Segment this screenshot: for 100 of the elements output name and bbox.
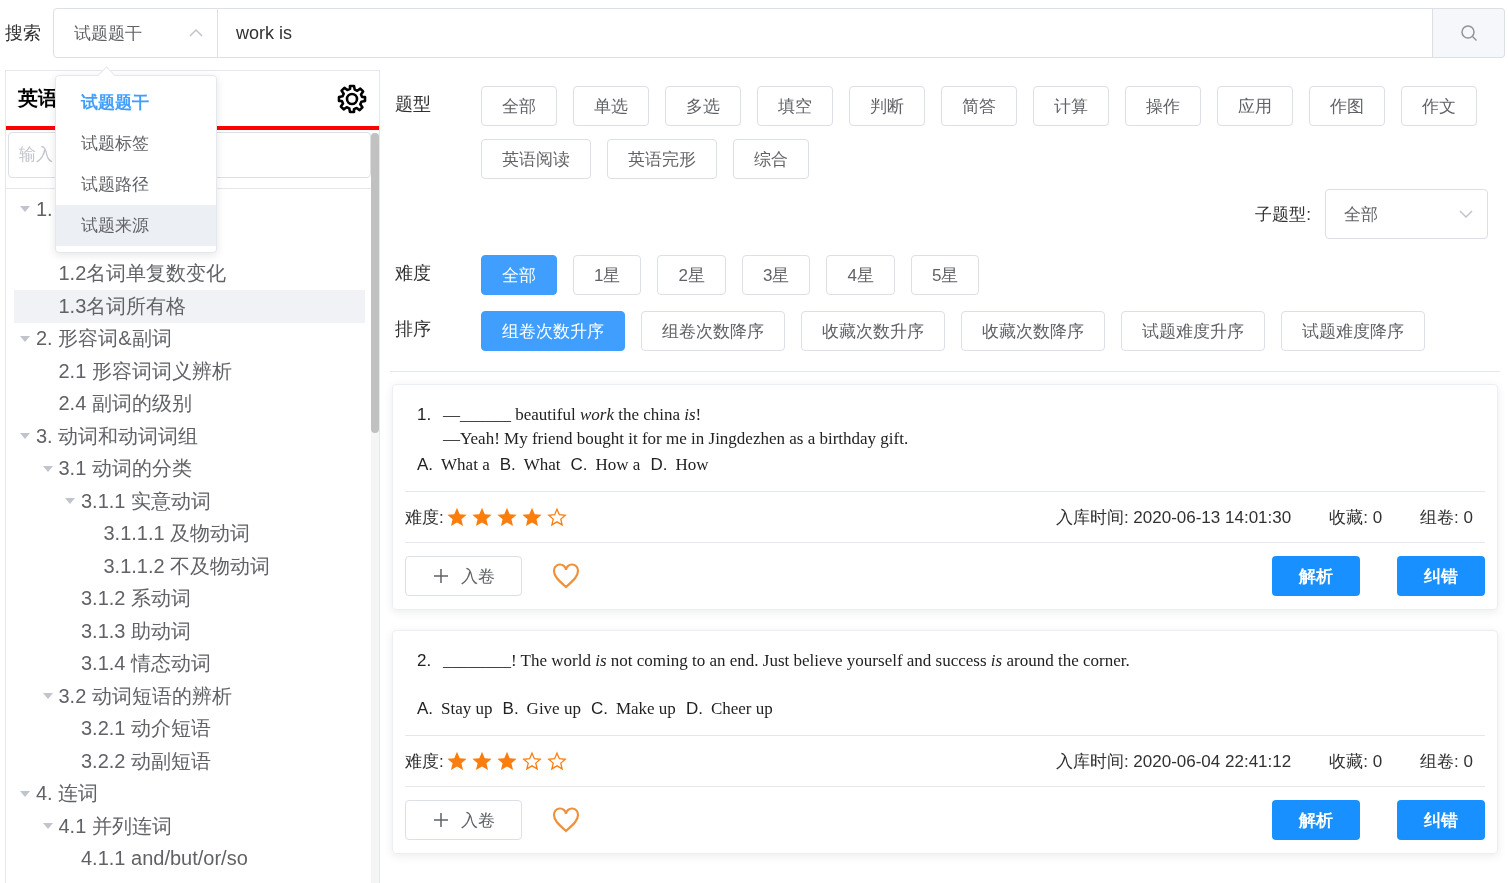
filter-chip[interactable]: 1星 — [573, 255, 642, 295]
favorite-count: 收藏: 0 — [1329, 506, 1383, 529]
subtype-select[interactable]: 全部 — [1325, 189, 1488, 239]
answer-option: D. How — [650, 455, 709, 475]
subtype-label: 子题型: — [1255, 203, 1311, 226]
filter-chip[interactable]: 作文 — [1401, 86, 1477, 126]
added-time: 入库时间: 2020-06-04 22:41:12 — [1055, 750, 1292, 773]
question-text: —______ beautiful work the china is! — [443, 404, 702, 426]
filter-chip[interactable]: 组卷次数降序 — [641, 311, 785, 351]
answer-option: A. Stay up — [417, 699, 493, 719]
filter-chip[interactable]: 试题难度升序 — [1121, 311, 1265, 351]
filter-chip[interactable]: 简答 — [941, 86, 1017, 126]
search-button[interactable] — [1433, 8, 1505, 58]
filter-chip[interactable]: 作图 — [1309, 86, 1385, 126]
report-error-button[interactable]: 纠错 — [1397, 800, 1485, 840]
star-icon — [495, 750, 518, 772]
filter-chip[interactable]: 收藏次数降序 — [961, 311, 1105, 351]
tree-item[interactable]: 3.1 动词的分类 — [14, 452, 192, 485]
question-text: ________! The world is not coming to an end. Just believe yourself and success is around the corner. — [443, 650, 1130, 672]
filter-chip[interactable]: 全部 — [481, 86, 557, 126]
tree-item[interactable]: 3.1.4 情态动词 — [14, 647, 212, 680]
answer-option: A. What a — [417, 455, 490, 475]
difficulty-label: 难度: — [405, 506, 444, 529]
analysis-button[interactable]: 解析 — [1272, 800, 1360, 840]
filter-chip[interactable]: 3星 — [741, 255, 811, 295]
heart-icon[interactable] — [552, 563, 580, 589]
filter-chip[interactable]: 收藏次数升序 — [801, 311, 945, 351]
added-time: 入库时间: 2020-06-13 14:01:30 — [1055, 506, 1292, 529]
scrollbar-thumb[interactable] — [371, 133, 379, 433]
answer-option: B. Give up — [502, 699, 581, 719]
tree-item[interactable]: 2. 形容词&副词 — [14, 322, 172, 355]
filter-chip[interactable]: 单选 — [573, 86, 649, 126]
filter-chip[interactable]: 英语阅读 — [481, 139, 591, 179]
tree-item[interactable]: 3.2.2 动副短语 — [14, 745, 212, 778]
menu-item[interactable]: 试题来源 — [56, 205, 216, 246]
heart-icon[interactable] — [552, 807, 580, 833]
plus-icon — [432, 568, 449, 584]
tree-item[interactable]: 2.4 副词的级别 — [14, 387, 192, 420]
caret-icon[interactable] — [19, 432, 31, 441]
add-to-paper-button[interactable]: 入卷 — [405, 800, 522, 840]
filter-chip[interactable]: 试题难度降序 — [1281, 311, 1425, 351]
tree-item[interactable]: 4.1 并列连词 — [14, 810, 172, 843]
filter-chip[interactable]: 英语完形 — [607, 139, 717, 179]
settings-icon[interactable] — [337, 83, 367, 114]
search-label: 搜索 — [5, 22, 42, 45]
report-error-button[interactable]: 纠错 — [1397, 556, 1485, 596]
usage-count: 组卷: 0 — [1420, 750, 1473, 773]
filter-chip[interactable]: 综合 — [733, 139, 809, 179]
star-icon — [520, 506, 543, 528]
star-outline-icon — [545, 750, 568, 772]
filter-chip[interactable]: 填空 — [757, 86, 833, 126]
menu-item[interactable]: 试题路径 — [56, 164, 216, 205]
tree-item[interactable]: 4. 连词 — [14, 777, 99, 810]
filter-label: 题型 — [395, 93, 432, 116]
filter-chip[interactable]: 2星 — [657, 255, 726, 295]
star-icon — [470, 750, 493, 772]
caret-icon[interactable] — [41, 464, 54, 473]
tree-item[interactable]: 4.1.1 and/but/or/so — [14, 842, 248, 875]
filter-chip[interactable]: 5星 — [910, 255, 980, 295]
usage-count: 组卷: 0 — [1420, 506, 1473, 529]
caret-icon[interactable] — [19, 334, 31, 343]
tree-item[interactable]: 3.1.1 实意动词 — [14, 485, 212, 518]
tree-item[interactable]: 1.2名词单复数变化 — [14, 257, 227, 290]
search-field-select[interactable]: 试题题干 — [53, 8, 218, 58]
filter-label: 排序 — [395, 318, 432, 341]
tree-item[interactable]: 3.2 动词短语的辨析 — [14, 680, 232, 713]
tree-item[interactable]: 3.1.2 系动词 — [14, 582, 192, 615]
star-outline-icon — [520, 750, 543, 772]
add-to-paper-button[interactable]: 入卷 — [405, 556, 522, 596]
tree-item[interactable]: 1. — [14, 193, 53, 226]
filter-chip[interactable]: 操作 — [1125, 86, 1201, 126]
tree-item[interactable]: 3.1.3 助动词 — [14, 615, 192, 648]
search-input[interactable]: work is — [218, 8, 1433, 58]
tree-item[interactable]: 3.1.1.1 及物动词 — [14, 517, 251, 550]
caret-icon[interactable] — [41, 822, 54, 831]
chevron-icon — [189, 29, 203, 37]
star-icon — [470, 506, 493, 528]
caret-icon[interactable] — [41, 692, 54, 701]
difficulty-label: 难度: — [405, 750, 444, 773]
filter-chip[interactable]: 计算 — [1033, 86, 1109, 126]
filter-chip[interactable]: 4星 — [826, 255, 895, 295]
star-icon — [445, 750, 468, 772]
favorite-count: 收藏: 0 — [1329, 750, 1383, 773]
star-icon — [445, 506, 468, 528]
question-number: 1. — [417, 404, 433, 426]
menu-item[interactable]: 试题标签 — [56, 123, 216, 164]
filter-chip[interactable]: 应用 — [1217, 86, 1293, 126]
tree-item[interactable]: 1.3名词所有格 — [14, 290, 365, 323]
filter-chip[interactable]: 判断 — [849, 86, 925, 126]
filter-chip[interactable]: 多选 — [665, 86, 741, 126]
caret-icon[interactable] — [64, 497, 76, 506]
tree-item[interactable]: 2.1 形容词词义辨析 — [14, 355, 232, 388]
caret-icon[interactable] — [19, 205, 31, 214]
tree-item[interactable]: 3.1.1.2 不及物动词 — [14, 550, 271, 583]
analysis-button[interactable]: 解析 — [1272, 556, 1360, 596]
chevron-icon — [1459, 210, 1473, 218]
answer-option: D. Cheer up — [685, 699, 773, 719]
tree-item[interactable]: 3. 动词和动词词组 — [14, 420, 199, 453]
caret-icon[interactable] — [19, 789, 31, 798]
tree-item[interactable]: 3.2.1 动介短语 — [14, 712, 212, 745]
